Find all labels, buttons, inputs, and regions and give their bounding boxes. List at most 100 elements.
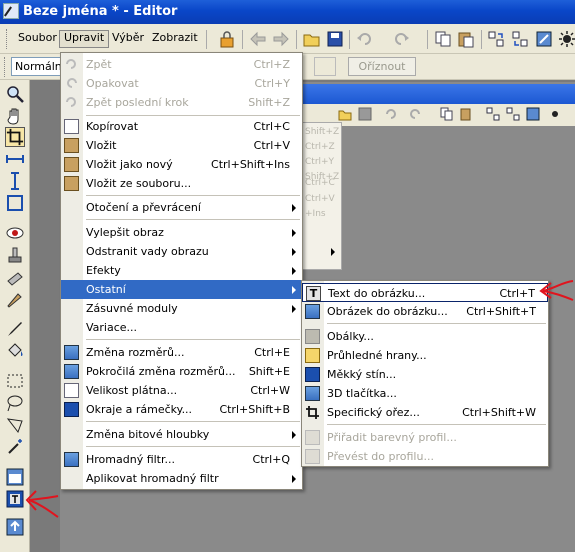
sun-icon[interactable] xyxy=(558,30,575,48)
menu-item-label: Přiřadit barevný profil... xyxy=(327,431,457,444)
menu-zobrazit[interactable]: Zobrazit xyxy=(148,30,202,48)
save-icon[interactable] xyxy=(326,30,344,48)
menu-upravit[interactable]: Upravit xyxy=(59,30,110,48)
save-icon[interactable] xyxy=(358,107,372,121)
menu-item-envelopes[interactable]: Obálky... xyxy=(302,327,548,346)
retouch-brush-icon[interactable] xyxy=(5,289,25,309)
menu-item-copy[interactable]: Kopírovat Ctrl+C xyxy=(61,117,302,136)
menu-item-redo[interactable]: Opakovat Ctrl+Y xyxy=(61,74,302,93)
submenu-arrow-icon xyxy=(292,248,296,256)
redo-icon[interactable] xyxy=(408,107,422,121)
menu-item-label: Měkký stín... xyxy=(327,368,397,381)
crop-button[interactable]: Oříznout xyxy=(348,57,416,76)
menu-item-batch-filter[interactable]: Hromadný filtr... Ctrl+Q xyxy=(61,450,302,469)
menu-item-undo-last-step[interactable]: Zpět poslední krok Shift+Z xyxy=(61,93,302,112)
text-to-image-tool-icon[interactable] xyxy=(5,489,25,509)
submenu-arrow-icon xyxy=(292,286,296,294)
lasso-select-icon[interactable] xyxy=(5,393,25,413)
menu-item-label: Pokročilá změna rozměrů... xyxy=(86,365,236,378)
open-folder-icon[interactable] xyxy=(338,107,352,121)
rectangle-select-icon[interactable] xyxy=(5,371,25,391)
menu-item-text-to-image[interactable]: T Text do obrázku... Ctrl+T xyxy=(302,283,548,302)
menu-item-convert-to-profile[interactable]: Převést do profilu... xyxy=(302,447,548,466)
menu-item-shortcut: Ctrl+W xyxy=(250,384,290,397)
crop-tool-icon[interactable] xyxy=(5,127,25,147)
forward-arrow-icon[interactable] xyxy=(272,30,290,48)
menu-item-shortcut: Ctrl+Shift+T xyxy=(466,305,536,318)
redo-icon[interactable] xyxy=(392,30,410,48)
flip-icon[interactable] xyxy=(506,107,520,121)
submenu-arrow-icon xyxy=(292,267,296,275)
menu-item-paste[interactable]: Vložit Ctrl+V xyxy=(61,136,302,155)
flip-icon[interactable] xyxy=(511,30,529,48)
undo-icon[interactable] xyxy=(384,107,398,121)
menu-item-rotate-flip[interactable]: Otočení a převrácení xyxy=(61,198,302,217)
menu-item-3d-buttons[interactable]: 3D tlačítka... xyxy=(302,384,548,403)
image-window-icon[interactable] xyxy=(5,467,25,487)
copy-icon[interactable] xyxy=(434,30,452,48)
menu-vyber[interactable]: Výběr xyxy=(108,30,148,48)
enhance-icon[interactable] xyxy=(535,30,553,48)
menu-item-advanced-resize[interactable]: Pokročilá změna rozměrů... Shift+E xyxy=(61,362,302,381)
menu-item-transparent-edges[interactable]: Průhledné hrany... xyxy=(302,346,548,365)
menu-item-label: Zpět poslední krok xyxy=(86,96,189,109)
menu-item-variations[interactable]: Variace... xyxy=(61,318,302,337)
menu-item-bit-depth[interactable]: Změna bitové hloubky xyxy=(61,425,302,444)
menu-divider xyxy=(86,339,300,340)
transparent-edges-icon xyxy=(305,348,320,363)
tool-palette xyxy=(0,80,30,552)
paste-icon[interactable] xyxy=(457,30,475,48)
soft-shadow-icon xyxy=(305,367,320,382)
menu-item-borders-frames[interactable]: Okraje a rámečky... Ctrl+Shift+B xyxy=(61,400,302,419)
menu-item-label: Převést do profilu... xyxy=(327,450,434,463)
menu-item-apply-batch-filter[interactable]: Aplikovat hromadný filtr xyxy=(61,469,302,488)
paint-brush-icon[interactable] xyxy=(5,319,25,339)
menu-item-plugins[interactable]: Zásuvné moduly xyxy=(61,299,302,318)
export-icon[interactable] xyxy=(5,517,25,537)
magic-wand-icon[interactable] xyxy=(5,437,25,457)
menu-item-soft-shadow[interactable]: Měkký stín... xyxy=(302,365,548,384)
hand-tool-icon[interactable] xyxy=(5,106,25,126)
menu-item-other[interactable]: Ostatní xyxy=(61,280,302,299)
menu-item-effects[interactable]: Efekty xyxy=(61,261,302,280)
enhance-icon[interactable] xyxy=(526,107,540,121)
straighten-horizontal-icon[interactable] xyxy=(5,149,25,169)
copy-icon[interactable] xyxy=(440,107,454,121)
spin-control[interactable] xyxy=(314,57,336,76)
menu-item-label: Vložit ze souboru... xyxy=(86,177,192,190)
paste-icon[interactable] xyxy=(460,107,474,121)
open-folder-icon[interactable] xyxy=(303,30,321,48)
menu-item-resize[interactable]: Změna rozměrů... Ctrl+E xyxy=(61,343,302,362)
red-eye-icon[interactable] xyxy=(5,223,25,243)
menu-item-label: Kopírovat xyxy=(86,120,139,133)
scratch-remover-icon[interactable] xyxy=(5,267,25,287)
perspective-icon[interactable] xyxy=(5,193,25,213)
straighten-vertical-icon[interactable] xyxy=(5,171,25,191)
toolbar-separator xyxy=(206,30,207,49)
menu-item-assign-color-profile[interactable]: Přiřadit barevný profil... xyxy=(302,428,548,447)
lock-icon[interactable] xyxy=(218,30,236,48)
menu-item-specific-crop[interactable]: Specifický ořez... Ctrl+Shift+W xyxy=(302,403,548,422)
sun-icon[interactable] xyxy=(548,107,562,121)
menu-item-label: Velikost plátna... xyxy=(86,384,178,397)
menu-item-remove-defects[interactable]: Odstranit vady obrazu xyxy=(61,242,302,261)
menu-item-undo[interactable]: Zpět Ctrl+Z xyxy=(61,55,302,74)
clone-stamp-icon[interactable] xyxy=(5,245,25,265)
zoom-tool-icon[interactable] xyxy=(5,84,25,104)
menu-item-image-to-image[interactable]: Obrázek do obrázku... Ctrl+Shift+T xyxy=(302,302,548,321)
menu-item-canvas-size[interactable]: Velikost plátna... Ctrl+W xyxy=(61,381,302,400)
polygon-select-icon[interactable] xyxy=(5,415,25,435)
menu-soubor[interactable]: Soubor xyxy=(14,30,61,48)
back-arrow-icon[interactable] xyxy=(249,30,267,48)
menu-item-paste-from-file[interactable]: Vložit ze souboru... xyxy=(61,174,302,193)
menu-item-label: Ostatní xyxy=(86,283,126,296)
rotate-icon[interactable] xyxy=(486,107,500,121)
menu-item-enhance[interactable]: Vylepšit obraz xyxy=(61,223,302,242)
fill-bucket-icon[interactable] xyxy=(5,341,25,361)
menu-item-paste-as-new[interactable]: Vložit jako nový Ctrl+Shift+Ins xyxy=(61,155,302,174)
rotate-icon[interactable] xyxy=(487,30,505,48)
menu-divider xyxy=(86,115,300,116)
mode-select[interactable]: Normální xyxy=(11,57,63,76)
menu-item-shortcut: Ctrl+C xyxy=(253,120,290,133)
undo-icon[interactable] xyxy=(356,30,374,48)
